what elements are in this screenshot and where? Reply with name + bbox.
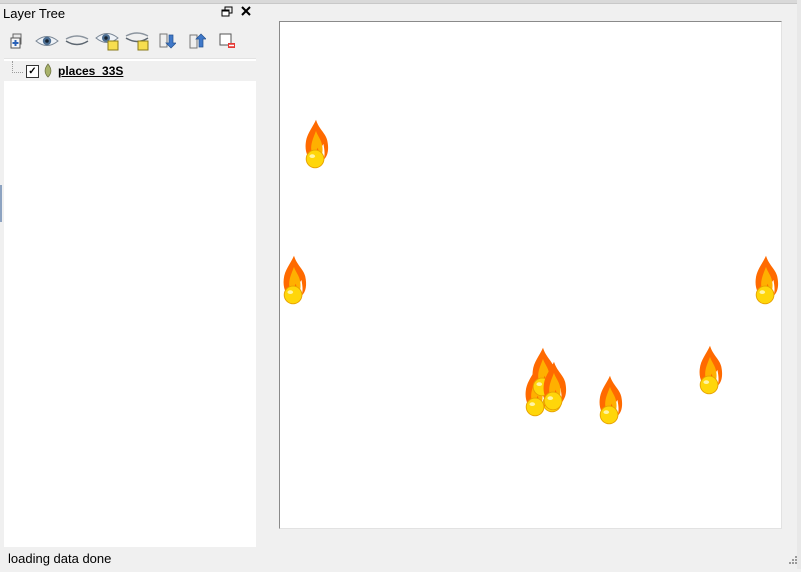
- close-dock-button[interactable]: [239, 5, 253, 19]
- eye-open-highlight-icon: [95, 33, 119, 51]
- float-window-button[interactable]: [221, 6, 233, 18]
- status-text: loading data done: [8, 551, 112, 566]
- remove-layer-icon: [219, 33, 235, 48]
- close-icon: [241, 6, 251, 16]
- add-layer-button[interactable]: [4, 30, 30, 52]
- fire-icon[interactable]: [599, 375, 623, 425]
- tree-branch-line: [12, 61, 23, 73]
- layer-visibility-checkbox[interactable]: ✓: [26, 65, 39, 78]
- fire-icon[interactable]: [699, 345, 723, 395]
- move-layer-down-button[interactable]: [154, 30, 180, 52]
- hide-selected-layers-button[interactable]: [124, 30, 150, 52]
- eye-closed-highlight-icon: [125, 32, 149, 51]
- arrow-down-icon: [159, 33, 176, 49]
- remove-layer-button[interactable]: [214, 30, 240, 52]
- arrow-up-icon: [189, 33, 206, 49]
- point-layer-icon: [43, 63, 53, 78]
- move-layer-up-button[interactable]: [184, 30, 210, 52]
- map-canvas[interactable]: [279, 21, 782, 529]
- window-right-border: [797, 0, 801, 569]
- show-all-layers-button[interactable]: [34, 30, 60, 52]
- window-top-border: [0, 0, 801, 4]
- resize-grip-icon[interactable]: [784, 553, 798, 567]
- fire-icon[interactable]: [755, 255, 779, 305]
- hide-all-layers-button[interactable]: [64, 30, 90, 52]
- layer-name[interactable]: places_33S: [58, 64, 123, 78]
- eye-open-icon: [35, 36, 59, 46]
- eye-closed-icon: [65, 35, 89, 46]
- add-layer-icon: [10, 33, 22, 49]
- fire-icon[interactable]: [305, 119, 329, 169]
- layer-tree[interactable]: ✓ places_33S: [4, 58, 256, 547]
- map-symbols-layer: [283, 119, 779, 425]
- float-window-icon: [221, 6, 233, 17]
- fire-icon[interactable]: [283, 255, 307, 305]
- layer-tree-toolbar: [4, 30, 240, 54]
- layer-row-places-33s[interactable]: ✓ places_33S: [4, 61, 256, 81]
- dock-title: Layer Tree: [3, 6, 66, 21]
- show-selected-layers-button[interactable]: [94, 30, 120, 52]
- dock-splitter[interactable]: [0, 185, 2, 222]
